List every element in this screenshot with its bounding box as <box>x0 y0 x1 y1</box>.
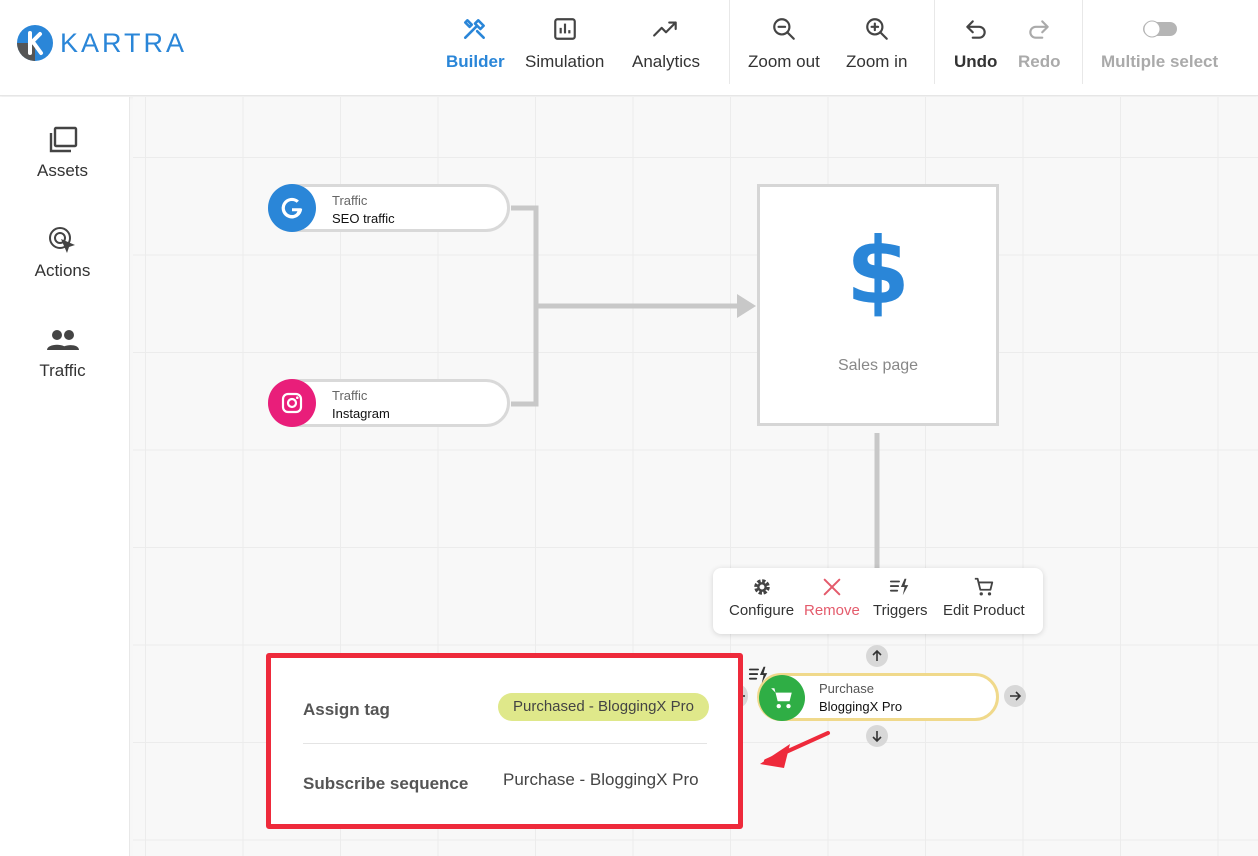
divider <box>303 743 707 744</box>
node-name: SEO traffic <box>332 211 395 226</box>
sales-page-caption: Sales page <box>837 357 919 374</box>
trigger-bolt-icon[interactable] <box>748 664 770 686</box>
remove-label: Remove <box>804 602 860 619</box>
node-type: Purchase <box>819 681 874 696</box>
configure-button[interactable]: Configure <box>729 576 794 619</box>
node-context-menu: Configure Remove Triggers Edit Product <box>713 568 1043 634</box>
connect-down-handle[interactable] <box>866 725 888 747</box>
purchase-node[interactable]: Purchase BloggingX Pro <box>757 673 999 721</box>
node-name: BloggingX Pro <box>819 699 903 714</box>
edit-product-button[interactable]: Edit Product <box>943 576 1025 619</box>
triggers-button[interactable]: Triggers <box>873 576 927 619</box>
cart-icon <box>974 577 994 596</box>
connect-up-handle[interactable] <box>866 645 888 667</box>
configure-label: Configure <box>729 602 795 619</box>
gear-icon <box>753 579 770 595</box>
sales-page-node[interactable]: $ Sales page <box>757 184 999 426</box>
tag-badge: Purchased - BloggingX Pro <box>498 693 709 721</box>
node-name: Instagram <box>332 406 390 421</box>
sequence-value: Purchase - BloggingX Pro <box>503 770 699 789</box>
automation-details-panel: Assign tag Purchased - BloggingX Pro Sub… <box>266 653 743 829</box>
connect-right-handle[interactable] <box>1004 685 1026 707</box>
remove-button[interactable]: Remove <box>804 576 860 619</box>
arrow-up-icon <box>872 649 882 661</box>
arrow-right-icon <box>1010 691 1022 701</box>
node-type: Traffic <box>332 193 368 208</box>
close-icon <box>823 578 841 596</box>
edit-product-label: Edit Product <box>943 602 1025 619</box>
google-icon <box>268 184 316 232</box>
triggers-icon <box>890 578 909 596</box>
node-type: Traffic <box>332 388 368 403</box>
traffic-node-instagram[interactable]: Traffic Instagram <box>268 379 510 427</box>
instagram-icon <box>268 379 316 427</box>
traffic-node-seo[interactable]: Traffic SEO traffic <box>268 184 510 232</box>
assign-tag-label: Assign tag <box>303 700 390 719</box>
triggers-label: Triggers <box>873 602 928 619</box>
arrow-down-icon <box>872 731 882 743</box>
subscribe-sequence-label: Subscribe sequence <box>303 774 469 793</box>
dollar-icon: $ <box>845 218 910 325</box>
